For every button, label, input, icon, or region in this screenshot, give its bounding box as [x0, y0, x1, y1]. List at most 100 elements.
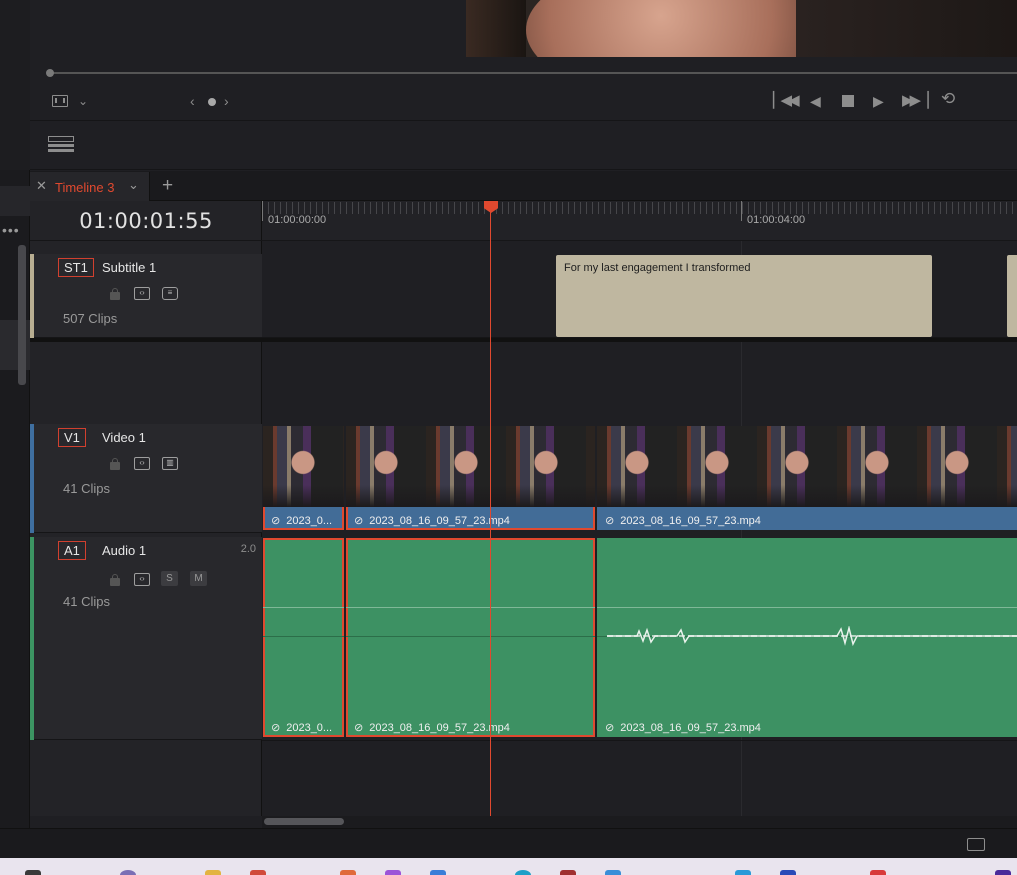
loop-icon[interactable]: ⟲ [941, 90, 955, 107]
video-clip[interactable]: ⊖ 2023_0... [263, 426, 344, 530]
prev-icon[interactable]: ‹ [190, 93, 195, 109]
taskbar-icon[interactable] [735, 870, 751, 875]
skip-to-end-icon[interactable]: ▶▶▕ [902, 93, 929, 109]
track-color-strip [30, 424, 34, 533]
taskbar-icon[interactable] [205, 870, 221, 875]
lock-icon[interactable] [110, 574, 120, 586]
taskbar-icon[interactable] [430, 870, 446, 875]
left-panel-strip [0, 0, 30, 828]
track-badge: ST1 [58, 258, 94, 277]
track-name[interactable]: Video 1 [102, 430, 146, 445]
timecode-display[interactable]: 01:00:01:55 [30, 201, 262, 241]
step-back-icon[interactable]: ◀ [810, 93, 821, 109]
caption-icon[interactable]: ≡ [162, 287, 178, 300]
audio-waveform [607, 626, 1017, 646]
video-clip[interactable]: ⊖ 2023_08_16_09_57_23.mp4 [346, 426, 595, 530]
subtitle-clip[interactable]: For my last engagement I transformed [556, 255, 932, 337]
timeline-tab-bar [30, 171, 1017, 201]
clip-count: 41 Clips [63, 481, 110, 496]
add-timeline-icon[interactable]: + [162, 175, 173, 197]
horizontal-scrollbar-thumb[interactable] [264, 818, 344, 825]
tab-timeline-3[interactable]: ✕ Timeline 3 ⌄ [30, 172, 150, 201]
next-icon[interactable]: › [224, 93, 229, 109]
track-header-video[interactable]: V1 Video 1 ‹› ▥ 41 Clips [30, 424, 262, 533]
film-icon[interactable]: ▥ [162, 457, 178, 470]
audio-clip[interactable]: ⊖ 2023_08_16_09_57_23.mp4 [346, 538, 595, 737]
skip-to-start-icon[interactable]: ▏◀◀ [773, 93, 800, 109]
clip-label: ⊖ 2023_08_16_09_57_23.mp4 [602, 513, 761, 529]
horizontal-scrollbar[interactable] [262, 816, 1017, 828]
ruler-label-4s: 01:00:04:00 [747, 214, 806, 226]
taskbar-icon[interactable] [385, 870, 401, 875]
track-divider [262, 740, 1017, 741]
link-icon: ⊖ [351, 720, 367, 736]
auto-select-icon[interactable]: ‹› [134, 287, 150, 300]
subtitle-clip-text: For my last engagement I transformed [564, 262, 751, 274]
track-color-strip [30, 537, 34, 740]
timeline-view-options-icon[interactable] [48, 136, 74, 152]
lock-icon[interactable] [110, 458, 120, 470]
taskbar-icon[interactable] [515, 870, 531, 875]
solo-button[interactable]: S [161, 571, 178, 586]
media-pool-icon[interactable] [967, 838, 985, 851]
viewer-scrubber-track[interactable] [50, 72, 1017, 74]
close-tab-icon[interactable]: ✕ [36, 178, 47, 194]
clip-label: ⊖ 2023_08_16_09_57_23.mp4 [351, 513, 510, 529]
link-icon: ⊖ [602, 720, 618, 736]
vertical-scrollbar[interactable] [18, 245, 26, 385]
clip-label: ⊖ 2023_08_16_09_57_23.mp4 [602, 720, 761, 736]
track-badge: V1 [58, 428, 86, 447]
auto-select-icon[interactable]: ‹› [134, 457, 150, 470]
viewer-scrubber-handle[interactable] [46, 69, 54, 77]
subtitle-clip[interactable] [1007, 255, 1017, 337]
track-name[interactable]: Subtitle 1 [102, 260, 156, 275]
taskbar-icon[interactable] [780, 870, 796, 875]
taskbar-icon[interactable] [250, 870, 266, 875]
timeline-toolbar [30, 120, 1017, 170]
link-icon: ⊖ [268, 513, 284, 529]
taskbar-icon[interactable] [340, 870, 356, 875]
video-preview-frame [466, 0, 1017, 57]
taskbar-icon[interactable] [120, 870, 136, 875]
track-divider [30, 338, 1017, 342]
clip-label: ⊖ 2023_0... [268, 720, 333, 736]
clip-label: ⊖ 2023_08_16_09_57_23.mp4 [351, 720, 510, 736]
play-icon[interactable]: ▶ [873, 93, 884, 109]
video-clip[interactable]: ⊖ 2023_08_16_09_57_23.mp4 [597, 426, 1017, 530]
track-badge: A1 [58, 541, 86, 560]
channel-format: 2.0 [240, 543, 256, 555]
track-header-audio[interactable]: A1 Audio 1 2.0 ‹› S M 41 Clips [30, 537, 262, 740]
clip-label: ⊖ 2023_0... [268, 513, 333, 529]
stop-icon[interactable] [842, 95, 854, 107]
track-header-subtitle[interactable]: ST1 Subtitle 1 ‹› ≡ 507 Clips [30, 254, 262, 338]
taskbar-icon[interactable] [560, 870, 576, 875]
track-name[interactable]: Audio 1 [102, 543, 146, 558]
taskbar-icon[interactable] [605, 870, 621, 875]
mute-button[interactable]: M [190, 571, 207, 586]
audio-clip[interactable]: ⊖ 2023_08_16_09_57_23.mp4 [597, 538, 1017, 737]
playhead-line[interactable] [490, 206, 491, 816]
tab-label: Timeline 3 [55, 180, 115, 195]
taskbar-icon[interactable] [995, 870, 1011, 875]
dot-icon[interactable] [208, 98, 216, 106]
chevron-down-icon[interactable]: ⌄ [128, 177, 139, 193]
more-options-icon[interactable]: ••• [2, 222, 20, 238]
audio-clip[interactable]: ⊖ 2023_0... [263, 538, 344, 737]
viewer-layout-icon[interactable] [52, 95, 68, 107]
clip-count: 507 Clips [63, 311, 118, 326]
app-window: ••• ⌄ ‹ › ▏◀◀ ◀ ▶ ▶▶▕ ⟲ ✕ Timeline 3 ⌄ +… [0, 0, 1017, 875]
os-taskbar [0, 858, 1017, 875]
link-icon: ⊖ [602, 513, 618, 529]
auto-select-icon[interactable]: ‹› [134, 573, 150, 586]
link-icon: ⊖ [268, 720, 284, 736]
clip-count: 41 Clips [63, 594, 110, 609]
link-icon: ⊖ [351, 513, 367, 529]
lock-icon[interactable] [110, 288, 120, 300]
taskbar-icon[interactable] [870, 870, 886, 875]
ruler-label-start: 01:00:00:00 [268, 214, 327, 226]
track-color-strip [30, 254, 34, 338]
timeline-ruler[interactable]: 01:00:00:00 01:00:04:00 [262, 201, 1017, 241]
footer-bar [0, 828, 1017, 858]
taskbar-icon[interactable] [25, 870, 41, 875]
chevron-down-icon[interactable]: ⌄ [78, 93, 88, 109]
